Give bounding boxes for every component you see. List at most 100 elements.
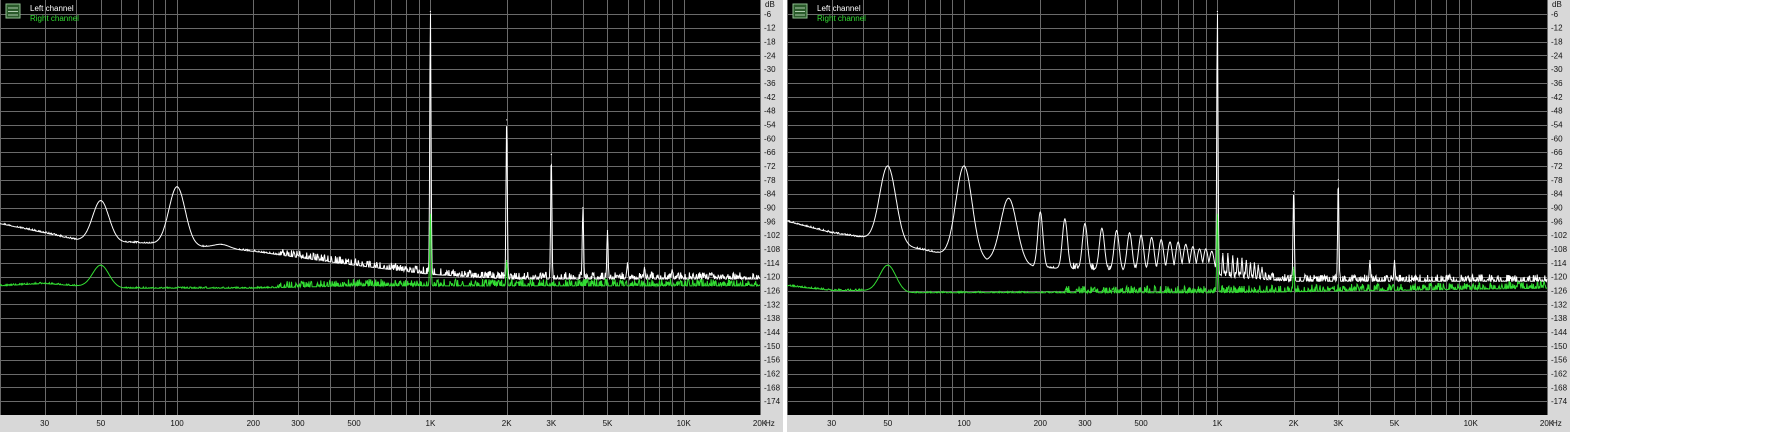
spectrum-icon xyxy=(792,3,808,19)
spectrum-panel-left: Left channel Right channel dB -6 -12 -18 -24 -3… xyxy=(0,0,783,432)
peak-point xyxy=(1169,241,1171,243)
peak-point xyxy=(1185,243,1187,245)
y-tick-label: -36 xyxy=(1551,79,1563,88)
y-tick-label: -174 xyxy=(764,397,781,406)
y-tick-label: -144 xyxy=(764,328,781,337)
peak-point xyxy=(506,259,508,262)
y-tick-label: -12 xyxy=(764,24,776,33)
y-tick-label: -78 xyxy=(1551,176,1563,185)
y-tick-label: -72 xyxy=(764,162,776,171)
peak-point xyxy=(429,213,431,215)
peak-point xyxy=(1211,250,1213,252)
y-tick-label: -132 xyxy=(764,300,781,309)
peak-point xyxy=(1261,266,1263,268)
peak-point xyxy=(1064,218,1066,220)
spectrum-icon xyxy=(5,3,21,19)
peak-point xyxy=(1253,262,1255,264)
peak-point xyxy=(1216,10,1218,13)
peak-point xyxy=(1257,264,1259,266)
peak-point xyxy=(1129,232,1131,234)
peak-point xyxy=(1101,227,1103,229)
peak-point xyxy=(1337,179,1339,181)
y-tick-label: -168 xyxy=(764,383,781,392)
peak-point xyxy=(1084,223,1086,225)
x-tick-label: 2K xyxy=(1289,419,1299,428)
x-tick-label: 1K xyxy=(426,419,436,428)
peak-point xyxy=(1393,259,1396,262)
y-tick-label: -156 xyxy=(1551,356,1568,365)
y-tick-label: -90 xyxy=(1551,204,1563,213)
y-tick-label: -120 xyxy=(764,273,781,282)
peak-point xyxy=(100,264,102,266)
peak-point xyxy=(887,264,889,266)
peak-point xyxy=(626,262,629,264)
y-tick-label: -150 xyxy=(1551,342,1568,351)
y-tick-label: -96 xyxy=(1551,217,1563,226)
y-tick-label: -48 xyxy=(1551,107,1563,116)
y-tick-label: -174 xyxy=(1551,397,1568,406)
peak-point xyxy=(1116,230,1118,232)
x-axis-unit: Hz xyxy=(1552,419,1562,428)
peak-point xyxy=(963,165,965,167)
peak-point xyxy=(1293,266,1295,268)
peak-point xyxy=(887,165,889,167)
peak-point xyxy=(1160,239,1162,241)
peak-point xyxy=(1192,246,1194,248)
x-tick-label: 100 xyxy=(957,419,971,428)
y-tick-label: -150 xyxy=(764,342,781,351)
y-tick-label: -132 xyxy=(1551,300,1568,309)
legend-entry-right-channel: Right channel xyxy=(30,14,79,23)
peak-point xyxy=(1177,241,1179,243)
peak-point xyxy=(1293,190,1295,192)
peak-point xyxy=(506,119,508,121)
peak-point xyxy=(1227,253,1229,255)
peak-point xyxy=(1151,236,1153,239)
y-tick-label: -6 xyxy=(764,10,772,19)
x-tick-label: 10K xyxy=(1464,419,1479,428)
x-tick-label: 50 xyxy=(96,419,105,428)
x-tick-label: 500 xyxy=(1134,419,1148,428)
y-tick-label: -18 xyxy=(1551,38,1563,47)
peak-point xyxy=(176,186,178,188)
y-tick-label: -144 xyxy=(1551,328,1568,337)
peak-point xyxy=(1205,248,1207,250)
peak-point xyxy=(1222,253,1224,255)
x-tick-label: 3K xyxy=(1333,419,1343,428)
y-tick-label: -6 xyxy=(1551,10,1559,19)
y-tick-label: -48 xyxy=(764,107,776,116)
legend-icon-box xyxy=(5,3,21,19)
peak-point xyxy=(100,200,102,202)
x-tick-label: 30 xyxy=(827,419,836,428)
y-tick-label: -126 xyxy=(764,287,781,296)
peak-point xyxy=(671,269,673,271)
peak-point xyxy=(1236,257,1239,259)
y-tick-label: -168 xyxy=(1551,383,1568,392)
y-tick-label: -108 xyxy=(764,245,781,254)
peak-point xyxy=(1241,257,1243,259)
y-tick-label: -36 xyxy=(764,79,776,88)
y-tick-label: -108 xyxy=(1551,245,1568,254)
y-tick-label: -66 xyxy=(1551,148,1563,157)
y-tick-label: -54 xyxy=(764,121,776,130)
x-tick-label: 100 xyxy=(170,419,184,428)
peak-point xyxy=(221,243,223,245)
peak-point xyxy=(1232,255,1234,257)
y-axis-unit: dB xyxy=(1552,0,1562,9)
y-tick-label: -114 xyxy=(764,259,780,268)
peak-point xyxy=(429,10,431,13)
y-tick-label: -138 xyxy=(1551,314,1568,323)
y-axis-unit: dB xyxy=(765,0,775,9)
y-tick-label: -156 xyxy=(764,356,781,365)
y-tick-label: -126 xyxy=(1551,287,1568,296)
y-tick-label: -12 xyxy=(1551,24,1563,33)
peak-point xyxy=(1039,211,1041,213)
peak-point xyxy=(1369,259,1371,262)
x-tick-label: 500 xyxy=(347,419,361,428)
y-tick-label: -18 xyxy=(764,38,776,47)
legend-entry-left-channel: Left channel xyxy=(817,4,861,13)
peak-point xyxy=(606,230,609,232)
peak-point xyxy=(643,266,646,268)
y-tick-label: -114 xyxy=(1551,259,1567,268)
peak-point xyxy=(1216,213,1218,215)
peak-point xyxy=(1245,259,1247,262)
